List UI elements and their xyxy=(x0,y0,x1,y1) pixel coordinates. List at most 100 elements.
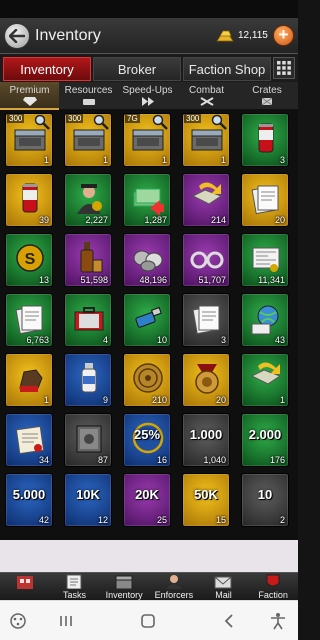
can-icon xyxy=(22,183,38,213)
item-count: 1,287 xyxy=(144,215,167,225)
enforcers-icon xyxy=(165,575,182,589)
item-count: 42 xyxy=(38,515,49,525)
bottom-nav-tasks[interactable]: Tasks xyxy=(50,573,100,601)
inventory-item[interactable]: 50K 15 xyxy=(182,473,230,527)
subtab-resources-label: Resources xyxy=(64,85,113,96)
item-count: 3 xyxy=(220,335,226,345)
subtab-crates-label: Crates xyxy=(252,85,282,96)
inventory-item[interactable]: 1.000 1,040 xyxy=(182,413,230,467)
medal-icon xyxy=(195,364,219,394)
blurred-overlay xyxy=(0,540,298,572)
back-arrow-icon xyxy=(9,29,25,43)
item-value-label: 10K xyxy=(76,487,100,502)
inventory-item[interactable]: 20 xyxy=(241,173,289,227)
item-count: 2,227 xyxy=(85,215,108,225)
inventory-item[interactable]: 87 xyxy=(64,413,112,467)
item-count: 20 xyxy=(215,395,226,405)
inventory-item[interactable]: 2,227 xyxy=(64,173,112,227)
subtab-combat[interactable]: Combat xyxy=(177,82,236,110)
item-count: 6,763 xyxy=(26,335,49,345)
recent-apps-icon[interactable] xyxy=(56,611,76,631)
item-count: 12 xyxy=(97,515,108,525)
settings-dots-icon[interactable] xyxy=(8,611,28,631)
grid-view-button[interactable] xyxy=(273,57,295,79)
globe-icon xyxy=(251,305,279,335)
newspaper-icon xyxy=(252,247,280,272)
bottom-nav-mail[interactable]: Mail xyxy=(199,573,249,601)
inventory-item[interactable]: 210 xyxy=(123,353,171,407)
item-count: 13 xyxy=(38,275,49,285)
nav-back-icon[interactable] xyxy=(220,611,240,631)
item-count: 4 xyxy=(102,335,108,345)
glove-icon xyxy=(19,369,43,392)
cash-arrow-icon xyxy=(133,188,164,216)
accessibility-icon[interactable] xyxy=(268,611,288,631)
subtab-resources[interactable]: Resources xyxy=(59,82,118,110)
safe-icon xyxy=(76,425,102,453)
inventory-item[interactable]: 48,196 xyxy=(123,233,171,287)
inventory-item[interactable]: 3 xyxy=(241,113,289,167)
back-button[interactable] xyxy=(4,23,30,49)
item-value-label: 1.000 xyxy=(189,427,223,442)
inventory-item[interactable]: 2.000 176 xyxy=(241,413,289,467)
bottom-nav-faction[interactable]: Faction xyxy=(248,573,298,601)
item-count: 1 xyxy=(43,395,49,405)
inventory-item[interactable]: 5.000 42 xyxy=(5,473,53,527)
item-tag: 7G xyxy=(125,114,140,123)
inventory-item[interactable]: 10K 12 xyxy=(64,473,112,527)
inventory-item[interactable]: 20K 25 xyxy=(123,473,171,527)
item-count: 10 xyxy=(156,335,167,345)
inventory-item[interactable]: 10 2 xyxy=(241,473,289,527)
inventory-item[interactable]: 25% 16 xyxy=(123,413,171,467)
inventory-item[interactable]: 300 1 xyxy=(182,113,230,167)
bottom-nav-label: Inventory xyxy=(105,590,143,600)
inventory-item[interactable]: 7G 1 xyxy=(123,113,171,167)
item-tag: 300 xyxy=(66,114,84,123)
inventory-item[interactable]: 9 xyxy=(64,353,112,407)
gangster-icon xyxy=(77,184,102,214)
bottom-nav-inventory[interactable]: Inventory xyxy=(99,573,149,601)
inventory-item[interactable]: 4 xyxy=(64,293,112,347)
inventory-item[interactable]: 1 xyxy=(5,353,53,407)
inventory-item[interactable]: 20 xyxy=(182,353,230,407)
inventory-item[interactable]: S 13 xyxy=(5,233,53,287)
item-count: 51,598 xyxy=(80,275,108,285)
subtab-premium[interactable]: Premium xyxy=(0,82,59,110)
item-tag: 300 xyxy=(7,114,25,123)
inventory-item[interactable]: 51,707 xyxy=(182,233,230,287)
item-count: 1 xyxy=(220,155,226,165)
subtab-speed-ups[interactable]: Speed-Ups xyxy=(118,82,177,110)
inventory-item[interactable]: 39 xyxy=(5,173,53,227)
add-gold-button[interactable]: + xyxy=(273,25,294,46)
subtab-combat-label: Combat xyxy=(188,85,224,96)
bottom-nav-city[interactable] xyxy=(0,573,50,601)
inventory-item[interactable]: 10 xyxy=(123,293,171,347)
inventory-item[interactable]: 34 xyxy=(5,413,53,467)
inventory-item[interactable]: 3 xyxy=(182,293,230,347)
bottle-icon xyxy=(81,363,97,393)
inventory-item[interactable]: 1,287 xyxy=(123,173,171,227)
handcuffs-icon xyxy=(190,251,224,269)
item-count: 87 xyxy=(97,455,108,465)
inventory-item[interactable]: 51,598 xyxy=(64,233,112,287)
item-value-label: 25% xyxy=(133,427,161,442)
grid-icon xyxy=(277,61,291,75)
inventory-item[interactable]: 300 1 xyxy=(5,113,53,167)
tab-faction-shop[interactable]: Faction Shop xyxy=(183,57,271,81)
home-icon[interactable] xyxy=(138,611,158,631)
inventory-item[interactable]: 214 xyxy=(182,173,230,227)
bottom-nav-enforcers[interactable]: Enforcers xyxy=(149,573,199,601)
coin-icon xyxy=(133,363,163,393)
inventory-grid: 300 1 300 1 7G 1 300 1 3 39 2,227 1,287 214 20 S 13 51,5… xyxy=(0,110,298,540)
item-count: 20 xyxy=(274,215,285,225)
tab-inventory[interactable]: Inventory xyxy=(3,57,91,81)
tasks-icon xyxy=(66,574,82,589)
inventory-item[interactable]: 6,763 xyxy=(5,293,53,347)
tab-broker[interactable]: Broker xyxy=(93,57,181,81)
can-icon xyxy=(258,123,274,153)
inventory-item[interactable]: 300 1 xyxy=(64,113,112,167)
inventory-item[interactable]: 11,341 xyxy=(241,233,289,287)
subtab-crates[interactable]: Crates xyxy=(236,82,298,110)
inventory-item[interactable]: 1 xyxy=(241,353,289,407)
inventory-item[interactable]: 43 xyxy=(241,293,289,347)
